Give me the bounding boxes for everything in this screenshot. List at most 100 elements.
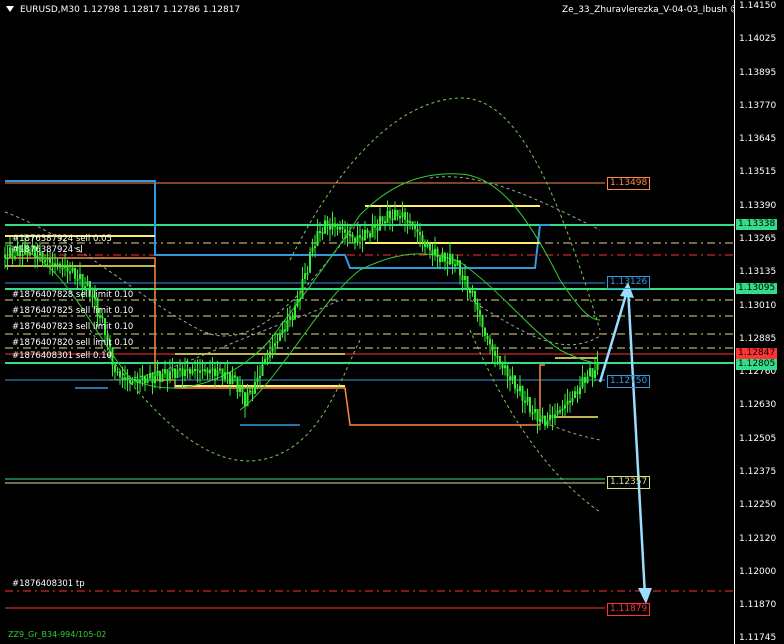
candle-body <box>516 388 519 392</box>
order-label[interactable]: #1876407820 sell limit 0.10 <box>12 338 133 348</box>
candle-body <box>481 314 484 328</box>
candle-body <box>484 327 486 336</box>
candle-body <box>121 377 124 380</box>
order-label[interactable]: #1876408301 sell 0.10 <box>12 351 112 361</box>
candle-body <box>461 275 464 281</box>
candle-body <box>334 223 336 227</box>
candle-body <box>489 339 491 345</box>
candle-body <box>264 359 266 365</box>
candle-body <box>124 377 126 380</box>
candle-body <box>366 230 369 234</box>
candle-body <box>194 369 196 372</box>
order-label[interactable]: #1876407825 sell limit 0.10 <box>12 306 133 316</box>
candle-body <box>396 209 399 217</box>
level-box[interactable]: 1.13498 <box>607 177 651 190</box>
candle-body <box>156 370 159 377</box>
candle-body <box>426 243 429 247</box>
price-axis-label: 1.13390 <box>739 201 777 211</box>
candle-body <box>291 316 294 320</box>
candle-body <box>86 281 89 287</box>
candle-body <box>354 237 356 243</box>
candle-body <box>504 365 506 369</box>
candle-body <box>451 253 454 265</box>
candle-body <box>206 369 209 374</box>
candle-body <box>464 275 466 281</box>
candle-body <box>134 378 136 382</box>
candle-body <box>349 234 351 237</box>
candle-body <box>314 246 316 249</box>
candle-body <box>589 368 591 377</box>
price-axis-label: 1.13515 <box>739 167 777 177</box>
candle-body <box>139 380 141 384</box>
candle-body <box>166 369 169 381</box>
candle-body <box>536 408 539 422</box>
candle-body <box>66 264 69 272</box>
price-axis-label: 1.14150 <box>739 1 777 11</box>
candle-body <box>444 252 446 262</box>
candle-body <box>301 279 304 299</box>
candle-body <box>171 368 174 372</box>
order-label[interactable]: #1876407823 sell limit 0.10 <box>12 322 133 332</box>
candle-body <box>359 235 361 238</box>
candle-body <box>351 234 354 238</box>
candle-body <box>229 372 231 385</box>
level-box[interactable]: 1.13126 <box>607 276 651 289</box>
candle-body <box>501 364 504 369</box>
chart-menu-icon[interactable] <box>6 6 14 12</box>
candle-body <box>371 223 374 238</box>
candle-body <box>356 235 359 243</box>
candle-body <box>81 273 84 288</box>
price-axis-tag: 1.13095 <box>736 283 778 294</box>
candle-body <box>184 369 186 377</box>
level-box[interactable]: 1.11879 <box>607 603 651 616</box>
candle-body <box>591 368 594 378</box>
candle-body <box>316 231 319 247</box>
candle-body <box>36 255 39 258</box>
candle-body <box>526 397 529 403</box>
level-box[interactable]: 1.12750 <box>607 375 651 388</box>
candle-body <box>261 364 264 376</box>
price-axis-label: 1.11870 <box>739 600 777 610</box>
candle-body <box>289 316 291 320</box>
candle-body <box>499 356 501 365</box>
candle-body <box>574 391 576 399</box>
chart-area[interactable]: EURUSD,M30 1.12798 1.12817 1.12786 1.128… <box>0 0 739 644</box>
candle-body <box>191 369 194 374</box>
candle-body <box>509 376 511 381</box>
candle-body <box>214 368 216 376</box>
candle-body <box>266 357 269 360</box>
candle-body <box>506 365 509 377</box>
candle-body <box>571 398 574 403</box>
candle-body <box>344 229 346 233</box>
order-label[interactable]: #1876407828 sell limit 0.10 <box>12 290 133 300</box>
candle-body <box>471 290 474 294</box>
candle-body <box>541 415 544 420</box>
candle-body <box>56 263 59 266</box>
candle-body <box>269 351 271 358</box>
price-axis-label: 1.13895 <box>739 68 777 78</box>
candle-body <box>491 344 494 352</box>
candle-body <box>69 271 71 274</box>
candle-body <box>556 410 559 415</box>
candle-body <box>256 377 259 382</box>
order-label[interactable]: #1876387924 sell 0.05 <box>12 234 112 244</box>
price-axis-label: 1.12250 <box>739 500 777 510</box>
order-label[interactable]: #1876387924 sl <box>12 245 83 255</box>
symbol-info: EURUSD,M30 1.12798 1.12817 1.12786 1.128… <box>20 5 241 15</box>
candle-body <box>299 298 301 301</box>
candle-body <box>114 365 116 372</box>
candle-body <box>201 369 204 372</box>
candle-body <box>306 272 309 275</box>
candle-body <box>401 212 404 218</box>
order-label[interactable]: #1876408301 tp <box>12 579 85 589</box>
candle-body <box>454 264 456 267</box>
candle-body <box>566 400 569 405</box>
candle-body <box>436 248 439 258</box>
level-box[interactable]: 1.12357 <box>607 476 651 489</box>
candle-body <box>309 252 311 273</box>
candle-body <box>196 369 199 372</box>
candle-body <box>369 233 371 238</box>
candle-body <box>226 372 229 375</box>
price-axis[interactable]: 1.14150 1.14025 1.13895 1.13770 1.13645 1.135… <box>734 0 784 644</box>
candle-body <box>406 219 409 223</box>
